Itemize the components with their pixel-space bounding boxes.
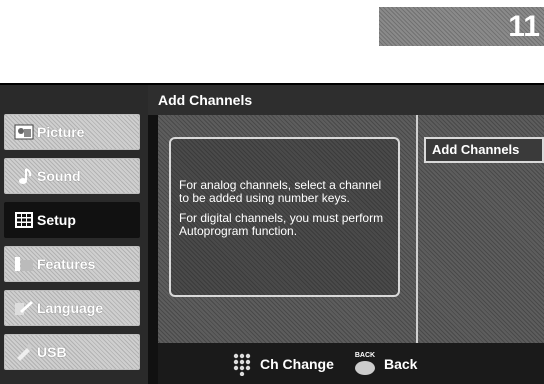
sidebar-item-label: Sound (37, 168, 81, 184)
sidebar-item-label: Language (37, 300, 104, 316)
page-number-badge: 11 (379, 7, 544, 46)
back-label: Back (384, 355, 418, 372)
menu-header: Add Channels (148, 85, 544, 115)
sidebar-item-language[interactable]: Language (4, 290, 140, 326)
analog-instruction: For analog channels, select a channel to… (179, 178, 382, 205)
language-icon (13, 298, 35, 318)
sidebar-item-label: Setup (37, 212, 76, 228)
sound-icon (13, 166, 35, 186)
footer-hints: Ch Change BACK Back (158, 343, 544, 384)
picture-icon (13, 122, 35, 142)
back-button-icon: BACK (354, 352, 376, 376)
sidebar-item-sound[interactable]: Sound (4, 158, 140, 194)
keypad-icon (232, 352, 252, 376)
sidebar-item-label: Picture (37, 124, 85, 140)
sidebar-item-label: USB (37, 344, 67, 360)
add-channels-option[interactable]: Add Channels (424, 137, 544, 163)
back-icon-text: BACK (354, 351, 376, 359)
features-icon (13, 254, 35, 274)
setup-icon (13, 210, 35, 230)
digital-instruction: For digital channels, you must perform A… (179, 211, 384, 238)
back-hint[interactable]: BACK Back (354, 343, 417, 384)
sidebar-item-picture[interactable]: Picture (4, 114, 140, 150)
usb-icon (13, 342, 35, 362)
sidebar: Picture Sound Setup Features Language US… (0, 85, 148, 384)
sidebar-item-features[interactable]: Features (4, 246, 140, 282)
message-box: For analog channels, select a channel to… (169, 137, 400, 297)
page-title: Add Channels (158, 92, 253, 108)
tv-menu-screen: Picture Sound Setup Features Language US… (0, 83, 544, 384)
sidebar-item-label: Features (37, 256, 96, 272)
ch-change-label: Ch Change (260, 355, 334, 372)
ch-change-hint: Ch Change (232, 343, 334, 384)
sidebar-item-setup[interactable]: Setup (4, 202, 140, 238)
sidebar-item-usb[interactable]: USB (4, 334, 140, 370)
